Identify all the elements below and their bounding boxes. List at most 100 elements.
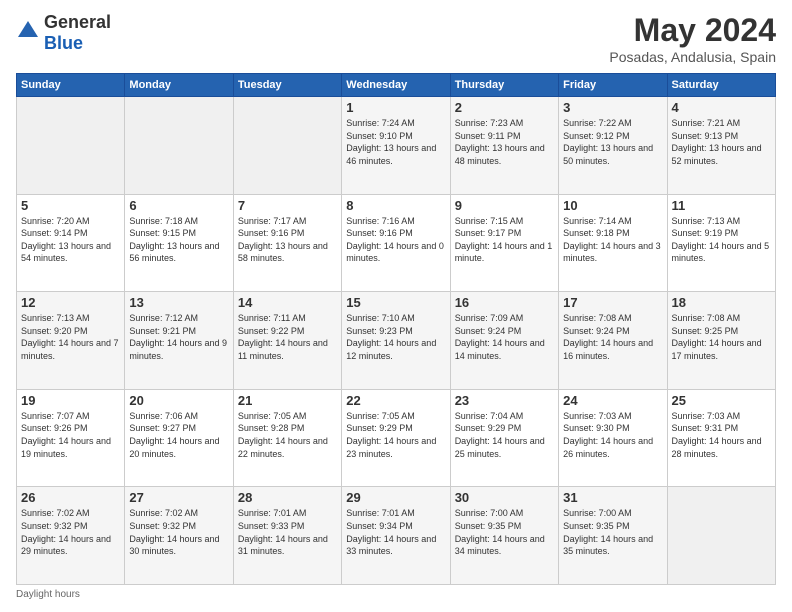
cell-info: Sunrise: 7:15 AMSunset: 9:17 PMDaylight:… (455, 215, 554, 265)
cell-day-number: 30 (455, 490, 554, 505)
cell-info: Sunrise: 7:00 AMSunset: 9:35 PMDaylight:… (563, 507, 662, 557)
calendar-week-row: 1 Sunrise: 7:24 AMSunset: 9:10 PMDaylight… (17, 97, 776, 195)
cell-day-number: 27 (129, 490, 228, 505)
cell-info: Sunrise: 7:01 AMSunset: 9:34 PMDaylight:… (346, 507, 445, 557)
cell-day-number: 23 (455, 393, 554, 408)
calendar-cell: 19 Sunrise: 7:07 AMSunset: 9:26 PMDayligh… (17, 389, 125, 487)
cell-day-number: 20 (129, 393, 228, 408)
calendar-week-row: 5Sunrise: 7:20 AMSunset: 9:14 PMDaylight… (17, 194, 776, 292)
logo-blue: Blue (44, 33, 83, 53)
calendar-cell: 29 Sunrise: 7:01 AMSunset: 9:34 PMDayligh… (342, 487, 450, 585)
cell-info: Sunrise: 7:05 AMSunset: 9:29 PMDaylight:… (346, 410, 445, 460)
cell-day-number: 21 (238, 393, 337, 408)
cell-info: Sunrise: 7:03 AMSunset: 9:30 PMDaylight:… (563, 410, 662, 460)
cell-info: Sunrise: 7:08 AMSunset: 9:25 PMDaylight:… (672, 312, 771, 362)
cell-day-number: 6 (129, 198, 228, 213)
calendar-cell: 10 Sunrise: 7:14 AMSunset: 9:18 PMDayligh… (559, 194, 667, 292)
cell-info: Sunrise: 7:18 AMSunset: 9:15 PMDaylight:… (129, 215, 228, 265)
cell-day-number: 8 (346, 198, 445, 213)
calendar-day-header: Saturday (667, 74, 775, 97)
cell-day-number: 4 (672, 100, 771, 115)
calendar-cell: 1 Sunrise: 7:24 AMSunset: 9:10 PMDaylight… (342, 97, 450, 195)
cell-info: Sunrise: 7:22 AMSunset: 9:12 PMDaylight:… (563, 117, 662, 167)
calendar: SundayMondayTuesdayWednesdayThursdayFrid… (16, 73, 776, 585)
cell-day-number: 13 (129, 295, 228, 310)
calendar-cell: 31 Sunrise: 7:00 AMSunset: 9:35 PMDayligh… (559, 487, 667, 585)
cell-info: Sunrise: 7:16 AMSunset: 9:16 PMDaylight:… (346, 215, 445, 265)
calendar-cell (233, 97, 341, 195)
calendar-cell: 23 Sunrise: 7:04 AMSunset: 9:29 PMDayligh… (450, 389, 558, 487)
calendar-day-header: Tuesday (233, 74, 341, 97)
calendar-cell: 2 Sunrise: 7:23 AMSunset: 9:11 PMDaylight… (450, 97, 558, 195)
logo: General Blue (16, 12, 111, 54)
cell-day-number: 5 (21, 198, 120, 213)
cell-day-number: 26 (21, 490, 120, 505)
cell-day-number: 2 (455, 100, 554, 115)
calendar-header-row: SundayMondayTuesdayWednesdayThursdayFrid… (17, 74, 776, 97)
cell-info: Sunrise: 7:23 AMSunset: 9:11 PMDaylight:… (455, 117, 554, 167)
cell-info: Sunrise: 7:01 AMSunset: 9:33 PMDaylight:… (238, 507, 337, 557)
cell-day-number: 16 (455, 295, 554, 310)
cell-info: Sunrise: 7:10 AMSunset: 9:23 PMDaylight:… (346, 312, 445, 362)
cell-info: Sunrise: 7:13 AMSunset: 9:20 PMDaylight:… (21, 312, 120, 362)
calendar-day-header: Wednesday (342, 74, 450, 97)
page: General Blue May 2024 Posadas, Andalusia… (0, 0, 792, 612)
logo-text: General Blue (44, 12, 111, 54)
cell-info: Sunrise: 7:09 AMSunset: 9:24 PMDaylight:… (455, 312, 554, 362)
cell-info: Sunrise: 7:17 AMSunset: 9:16 PMDaylight:… (238, 215, 337, 265)
subtitle: Posadas, Andalusia, Spain (609, 49, 776, 65)
cell-day-number: 18 (672, 295, 771, 310)
calendar-week-row: 12Sunrise: 7:13 AMSunset: 9:20 PMDayligh… (17, 292, 776, 390)
cell-day-number: 7 (238, 198, 337, 213)
calendar-cell: 18 Sunrise: 7:08 AMSunset: 9:25 PMDayligh… (667, 292, 775, 390)
calendar-cell: 7 Sunrise: 7:17 AMSunset: 9:16 PMDaylight… (233, 194, 341, 292)
calendar-cell: 21Sunrise: 7:05 AMSunset: 9:28 PMDayligh… (233, 389, 341, 487)
cell-info: Sunrise: 7:02 AMSunset: 9:32 PMDaylight:… (129, 507, 228, 557)
cell-day-number: 31 (563, 490, 662, 505)
cell-day-number: 14 (238, 295, 337, 310)
cell-day-number: 1 (346, 100, 445, 115)
cell-day-number: 9 (455, 198, 554, 213)
cell-info: Sunrise: 7:24 AMSunset: 9:10 PMDaylight:… (346, 117, 445, 167)
calendar-cell: 26Sunrise: 7:02 AMSunset: 9:32 PMDayligh… (17, 487, 125, 585)
cell-day-number: 22 (346, 393, 445, 408)
calendar-week-row: 19 Sunrise: 7:07 AMSunset: 9:26 PMDayligh… (17, 389, 776, 487)
daylight-label: Daylight hours (16, 589, 80, 600)
calendar-cell (125, 97, 233, 195)
calendar-cell: 3Sunrise: 7:22 AMSunset: 9:12 PMDaylight… (559, 97, 667, 195)
cell-info: Sunrise: 7:04 AMSunset: 9:29 PMDaylight:… (455, 410, 554, 460)
logo-general: General (44, 12, 111, 32)
cell-day-number: 29 (346, 490, 445, 505)
calendar-cell: 11Sunrise: 7:13 AMSunset: 9:19 PMDayligh… (667, 194, 775, 292)
cell-info: Sunrise: 7:03 AMSunset: 9:31 PMDaylight:… (672, 410, 771, 460)
calendar-cell: 5Sunrise: 7:20 AMSunset: 9:14 PMDaylight… (17, 194, 125, 292)
cell-info: Sunrise: 7:14 AMSunset: 9:18 PMDaylight:… (563, 215, 662, 265)
calendar-cell: 17Sunrise: 7:08 AMSunset: 9:24 PMDayligh… (559, 292, 667, 390)
calendar-week-row: 26 Sunrise: 7:02 AMSunset: 9:32 PMDayligh… (17, 487, 776, 585)
calendar-cell: 24Sunrise: 7:03 AMSunset: 9:30 PMDayligh… (559, 389, 667, 487)
calendar-day-header: Thursday (450, 74, 558, 97)
calendar-cell: 22 Sunrise: 7:05 AMSunset: 9:29 PMDayligh… (342, 389, 450, 487)
calendar-cell: 9 Sunrise: 7:15 AMSunset: 9:17 PMDaylight… (450, 194, 558, 292)
cell-day-number: 28 (238, 490, 337, 505)
calendar-cell: 16 Sunrise: 7:09 AMSunset: 9:24 PMDayligh… (450, 292, 558, 390)
calendar-cell: 20Sunrise: 7:06 AMSunset: 9:27 PMDayligh… (125, 389, 233, 487)
cell-info: Sunrise: 7:07 AMSunset: 9:26 PMDaylight:… (21, 410, 120, 460)
calendar-cell: 13Sunrise: 7:12 AMSunset: 9:21 PMDayligh… (125, 292, 233, 390)
cell-info: Sunrise: 7:21 AMSunset: 9:13 PMDaylight:… (672, 117, 771, 167)
cell-info: Sunrise: 7:11 AMSunset: 9:22 PMDaylight:… (238, 312, 337, 362)
cell-day-number: 25 (672, 393, 771, 408)
cell-day-number: 15 (346, 295, 445, 310)
calendar-cell: 30Sunrise: 7:00 AMSunset: 9:35 PMDayligh… (450, 487, 558, 585)
calendar-day-header: Friday (559, 74, 667, 97)
cell-info: Sunrise: 7:13 AMSunset: 9:19 PMDaylight:… (672, 215, 771, 265)
cell-day-number: 19 (21, 393, 120, 408)
calendar-cell: 25 Sunrise: 7:03 AMSunset: 9:31 PMDayligh… (667, 389, 775, 487)
calendar-cell: 12Sunrise: 7:13 AMSunset: 9:20 PMDayligh… (17, 292, 125, 390)
cell-day-number: 17 (563, 295, 662, 310)
cell-day-number: 10 (563, 198, 662, 213)
logo-icon (16, 19, 40, 48)
header: General Blue May 2024 Posadas, Andalusia… (16, 12, 776, 65)
title-block: May 2024 Posadas, Andalusia, Spain (609, 12, 776, 65)
calendar-cell: 28 Sunrise: 7:01 AMSunset: 9:33 PMDayligh… (233, 487, 341, 585)
